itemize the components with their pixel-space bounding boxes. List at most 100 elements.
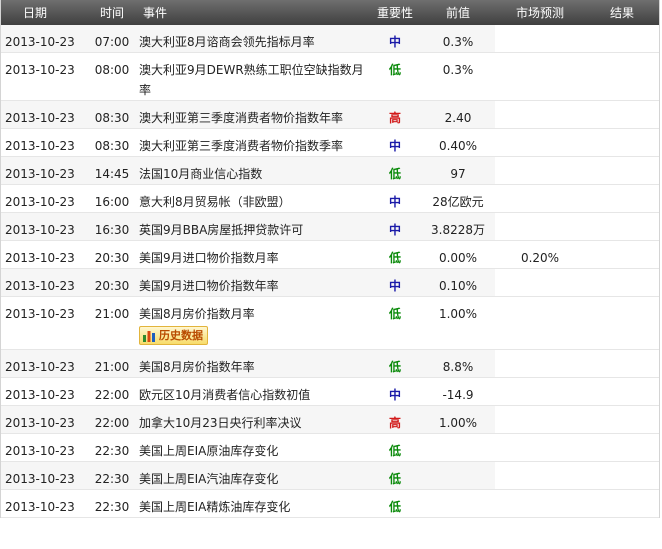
row-event: 美国8月房价指数年率 — [135, 350, 369, 377]
event-text: 澳大利亚9月DEWR熟练工职位空缺指数月率 — [139, 63, 364, 97]
row-previous: 1.00% — [438, 307, 478, 321]
row-forecast — [495, 185, 585, 212]
event-text: 美国8月房价指数年率 — [139, 360, 255, 374]
row-result — [585, 350, 659, 377]
event-text: 加拿大10月23日央行利率决议 — [139, 416, 302, 430]
table-row: 2013-10-23 20:30 美国9月进口物价指数年率 中 0.10% — [1, 269, 659, 297]
history-data-button[interactable]: 历史数据 — [139, 326, 208, 345]
row-result — [585, 378, 659, 405]
row-importance: 高 — [388, 111, 401, 125]
row-forecast — [495, 490, 585, 517]
table-row: 2013-10-23 08:30 澳大利亚第三季度消费者物价指数季率 中 0.40% — [1, 129, 659, 157]
row-previous: 28亿欧元 — [432, 195, 484, 209]
row-forecast — [495, 213, 585, 240]
row-importance: 中 — [388, 195, 401, 209]
table-row: 2013-10-23 22:30 美国上周EIA精炼油库存变化 低 — [1, 490, 659, 518]
row-event: 美国上周EIA原油库存变化 — [135, 434, 369, 461]
row-previous: 0.3% — [442, 63, 474, 77]
row-date: 2013-10-23 — [5, 307, 75, 321]
row-result — [585, 101, 659, 128]
row-date: 2013-10-23 — [5, 416, 75, 430]
row-time: 08:00 — [94, 63, 130, 77]
row-result — [585, 434, 659, 461]
row-forecast — [495, 406, 585, 433]
row-importance: 中 — [388, 223, 401, 237]
row-date: 2013-10-23 — [5, 195, 75, 209]
table-row: 2013-10-23 07:00 澳大利亚8月谘商会领先指标月率 中 0.3% — [1, 25, 659, 53]
row-event: 澳大利亚第三季度消费者物价指数年率 — [135, 101, 369, 128]
row-result — [585, 490, 659, 517]
header-time: 时间 — [99, 6, 124, 20]
header-forecast: 市场预测 — [515, 6, 564, 20]
row-importance: 低 — [388, 167, 401, 181]
row-date: 2013-10-23 — [5, 35, 75, 49]
row-date: 2013-10-23 — [5, 167, 75, 181]
header-result: 结果 — [609, 6, 634, 20]
row-date: 2013-10-23 — [5, 279, 75, 293]
row-result — [585, 241, 659, 268]
row-previous — [421, 462, 495, 489]
row-result — [585, 297, 659, 349]
header-event: 事件 — [143, 6, 168, 20]
row-time: 21:00 — [94, 360, 130, 374]
row-previous: 1.00% — [438, 416, 478, 430]
row-result — [585, 25, 659, 52]
row-time: 14:45 — [94, 167, 130, 181]
row-time: 08:30 — [94, 139, 130, 153]
row-forecast — [495, 350, 585, 377]
table-row: 2013-10-23 22:00 欧元区10月消费者信心指数初值 中 -14.9 — [1, 378, 659, 406]
row-time: 20:30 — [94, 279, 130, 293]
row-time: 22:00 — [94, 388, 130, 402]
event-text: 美国8月房价指数月率 — [139, 307, 255, 321]
row-forecast — [495, 378, 585, 405]
table-row: 2013-10-23 20:30 美国9月进口物价指数月率 低 0.00% 0.20% — [1, 241, 659, 269]
row-date: 2013-10-23 — [5, 360, 75, 374]
row-time: 07:00 — [94, 35, 130, 49]
row-event: 意大利8月贸易帐（非欧盟） — [135, 185, 369, 212]
row-importance: 低 — [388, 472, 401, 486]
row-previous: -14.9 — [442, 388, 474, 402]
row-forecast — [495, 462, 585, 489]
table-row: 2013-10-23 14:45 法国10月商业信心指数 低 97 — [1, 157, 659, 185]
row-event: 美国上周EIA精炼油库存变化 — [135, 490, 369, 517]
row-event: 澳大利亚8月谘商会领先指标月率 — [135, 25, 369, 52]
row-event: 加拿大10月23日央行利率决议 — [135, 406, 369, 433]
row-importance: 低 — [388, 251, 401, 265]
row-date: 2013-10-23 — [5, 251, 75, 265]
row-result — [585, 185, 659, 212]
table-row: 2013-10-23 22:30 美国上周EIA汽油库存变化 低 — [1, 462, 659, 490]
table-header: 日期 时间 事件 重要性 前值 市场预测 结果 — [1, 0, 659, 25]
row-forecast — [495, 269, 585, 296]
table-row: 2013-10-23 08:30 澳大利亚第三季度消费者物价指数年率 高 2.40 — [1, 101, 659, 129]
row-previous: 3.8228万 — [431, 223, 485, 237]
row-date: 2013-10-23 — [5, 223, 75, 237]
row-date: 2013-10-23 — [5, 388, 75, 402]
economic-calendar-table: 日期 时间 事件 重要性 前值 市场预测 结果 2013-10-23 07:00 澳… — [0, 0, 660, 518]
row-result — [585, 129, 659, 156]
row-time: 21:00 — [94, 307, 130, 321]
table-row: 2013-10-23 16:30 英国9月BBA房屋抵押贷款许可 中 3.8228万 — [1, 213, 659, 241]
table-row: 2013-10-23 22:00 加拿大10月23日央行利率决议 高 1.00% — [1, 406, 659, 434]
table-row: 2013-10-23 21:00 美国8月房价指数月率历史数据 低 1.00% — [1, 297, 659, 350]
event-text: 澳大利亚第三季度消费者物价指数季率 — [139, 139, 344, 153]
row-event: 美国上周EIA汽油库存变化 — [135, 462, 369, 489]
row-event: 美国9月进口物价指数月率 — [135, 241, 369, 268]
row-time: 08:30 — [94, 111, 130, 125]
row-importance: 低 — [388, 307, 401, 321]
row-forecast — [495, 129, 585, 156]
table-row: 2013-10-23 16:00 意大利8月贸易帐（非欧盟） 中 28亿欧元 — [1, 185, 659, 213]
event-text: 美国9月进口物价指数年率 — [139, 279, 279, 293]
row-previous: 0.40% — [438, 139, 478, 153]
header-previous: 前值 — [445, 6, 470, 20]
row-result — [585, 406, 659, 433]
row-date: 2013-10-23 — [5, 63, 75, 77]
table-row: 2013-10-23 21:00 美国8月房价指数年率 低 8.8% — [1, 350, 659, 378]
row-previous — [421, 490, 495, 517]
row-date: 2013-10-23 — [5, 111, 75, 125]
event-text: 法国10月商业信心指数 — [139, 167, 263, 181]
row-result — [585, 269, 659, 296]
event-text: 澳大利亚8月谘商会领先指标月率 — [139, 35, 315, 49]
row-importance: 中 — [388, 139, 401, 153]
row-forecast — [495, 53, 585, 100]
row-result — [585, 462, 659, 489]
